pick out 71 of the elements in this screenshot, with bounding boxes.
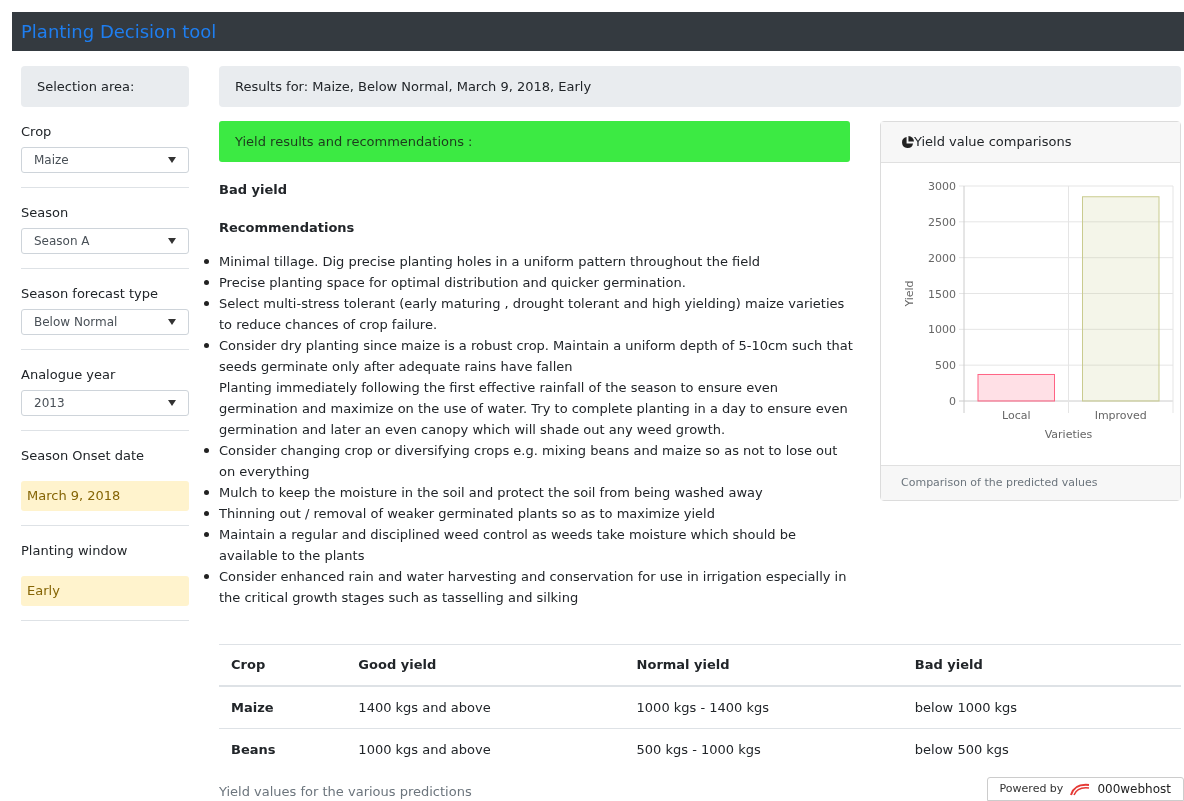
column-header: Good yield	[357, 656, 438, 675]
bullet-icon	[204, 301, 209, 306]
recommendation-text: Select multi-stress tolerant (early maturing , drought tolerant and high yielding) maize varieties to reduce chances of crop failure.	[219, 295, 846, 334]
badge-prefix: Powered by	[999, 780, 1064, 797]
caret-icon	[168, 157, 176, 163]
recommendation-text: Mulch to keep the moisture in the soil and protect the soil from being washed away	[219, 484, 764, 502]
card-title: Yield value comparisons	[914, 133, 1072, 152]
table-caption: Yield values for the various predictions	[219, 782, 472, 801]
column-header: Crop	[230, 656, 267, 675]
category-label: Improved	[1094, 409, 1147, 422]
recommendation-text: Consider changing crop or diversifying crops e.g. mixing beans and maize so as not to lose out on everything	[219, 442, 839, 481]
axis-title: Yield	[903, 280, 916, 307]
select-field[interactable]: Maize	[21, 147, 189, 173]
select-field[interactable]: Below Normal	[21, 309, 189, 335]
pie-chart-icon	[901, 135, 914, 149]
bullet-icon	[204, 280, 209, 285]
category-label: Local	[1002, 409, 1031, 422]
tick-label: 2000	[928, 251, 956, 265]
field-label: Analogue year	[21, 366, 117, 384]
tick-label: 1500	[928, 287, 956, 301]
table-cell-text: below 1000 kgs	[913, 698, 1019, 717]
caret-icon	[168, 238, 176, 244]
bullet-icon	[204, 574, 209, 579]
select-field[interactable]: 2013	[21, 390, 189, 416]
results-header: Results for: Maize, Below Normal, March 9, 2018, Early	[219, 66, 1181, 107]
recommendations-banner: Yield results and recommendations :	[219, 121, 850, 162]
tick-label: 0	[949, 395, 956, 408]
table-cell-text: 500 kgs - 1000 kgs	[635, 741, 762, 760]
field-label: Season Onset date	[21, 447, 146, 465]
section-heading: Recommendations	[219, 218, 356, 237]
recommendation-text: Planting immediately following the first effective rainfall of the season to ensure even germination and maximize on the use of water. Try to complete planting in a day to ensure even germination and later an even canopy which will shade out any weed growth.	[219, 379, 849, 439]
field-label: Planting window	[21, 542, 129, 560]
recommendation-text: Maintain a regular and disciplined weed control as weeds take moisture which should be available to the plants	[219, 526, 797, 565]
field-label: Season	[21, 204, 70, 222]
table-cell-text: 1000 kgs - 1400 kgs	[635, 698, 771, 717]
recommendation-text: Minimal tillage. Dig precise planting holes in a uniform pattern throughout the field	[219, 253, 762, 271]
recommendation-text: Thinning out / removal of weaker germinated plants so as to maximize yield	[219, 505, 716, 523]
tick-label: 3000	[928, 180, 956, 193]
recommendation-text: Precise planting space for optimal distribution and quicker germination.	[219, 274, 687, 292]
bullet-icon	[204, 532, 209, 537]
bullet-icon	[204, 343, 209, 348]
swoosh-icon	[1069, 782, 1092, 796]
table-cell-text: Beans	[230, 741, 277, 760]
value-display: March 9, 2018	[21, 481, 189, 511]
table-cell-text: below 500 kgs	[913, 741, 1010, 760]
bullet-icon	[204, 259, 209, 264]
table-cell-text: 1400 kgs and above	[357, 698, 492, 717]
badge-brand: 000webhost	[1097, 781, 1171, 798]
tick-label: 2500	[928, 215, 956, 229]
verdict-text: Bad yield	[219, 181, 289, 199]
recommendation-text: Consider dry planting since maize is a robust crop. Maintain a uniform depth of 5-10cm such that seeds germinate only after adequate rains have fallen	[219, 337, 854, 376]
card-footer-text: Comparison of the predicted values	[901, 474, 1098, 491]
axis-title: Varieties	[1044, 428, 1093, 441]
bullet-icon	[204, 511, 209, 516]
recommendation-text: Consider enhanced rain and water harvesting and conservation for use in irrigation especially in the critical growth stages such as tasselling and silking	[219, 568, 848, 607]
field-label: Season forecast type	[21, 285, 160, 303]
hosting-badge[interactable]: Powered by 000webhost	[986, 777, 1184, 801]
value-display: Early	[21, 576, 189, 606]
sidebar-heading: Selection area:	[21, 66, 189, 107]
column-header: Bad yield	[913, 656, 984, 675]
field-label: Crop	[21, 123, 53, 141]
caret-icon	[168, 319, 176, 325]
table-cell-text: 1000 kgs and above	[357, 741, 492, 760]
select-field[interactable]: Season A	[21, 228, 189, 254]
bullet-icon	[204, 490, 209, 495]
caret-icon	[168, 400, 176, 406]
bullet-icon	[204, 448, 209, 453]
column-header: Normal yield	[635, 656, 731, 675]
tick-label: 1000	[928, 323, 956, 337]
table-cell-text: Maize	[230, 698, 275, 717]
tick-label: 500	[935, 359, 956, 373]
